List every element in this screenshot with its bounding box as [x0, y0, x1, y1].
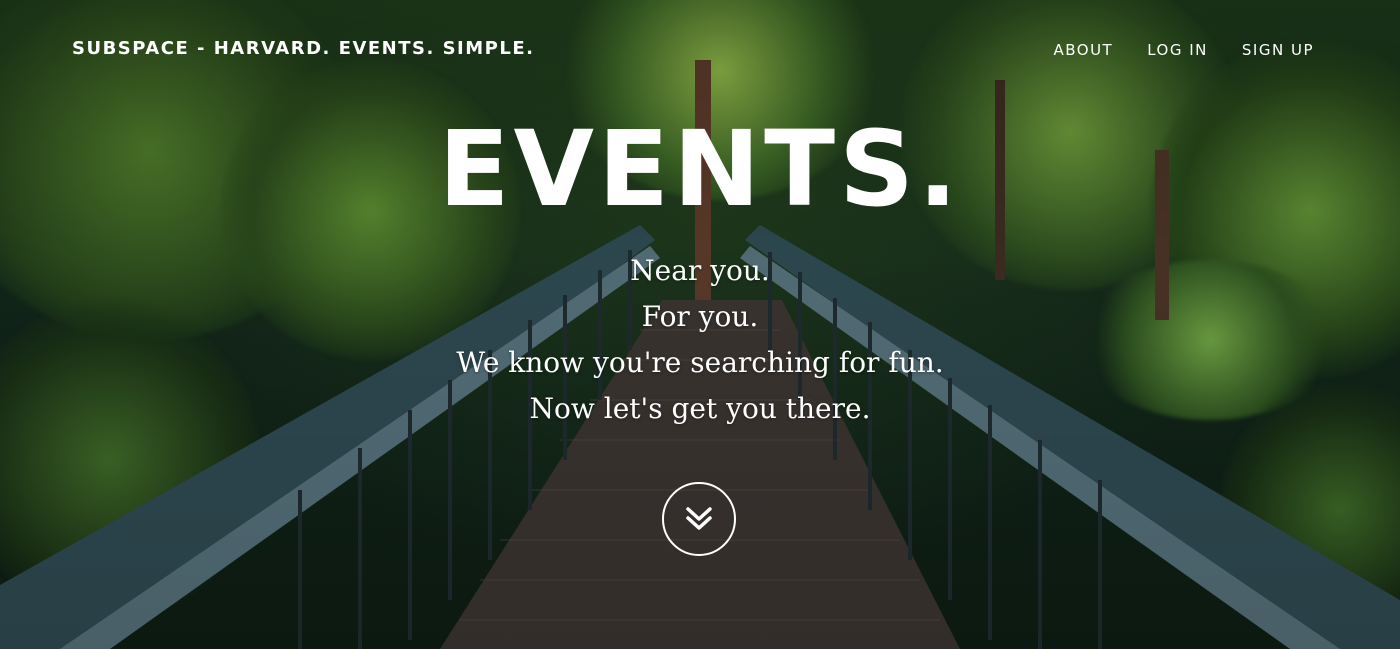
tagline-line: Near you.	[630, 254, 770, 287]
scroll-down-button[interactable]	[662, 482, 736, 556]
tagline-line: We know you're searching for fun.	[456, 346, 944, 379]
brand-logo-link[interactable]: SUBSPACE - HARVARD. EVENTS. SIMPLE.	[72, 38, 534, 59]
top-nav: ABOUT LOG IN SIGN UP	[1053, 41, 1314, 59]
hero-tagline: Near you. For you. We know you're search…	[0, 248, 1400, 432]
tagline-line: Now let's get you there.	[529, 392, 871, 425]
tagline-line: For you.	[641, 300, 759, 333]
hero-headline: EVENTS.	[438, 108, 962, 230]
double-chevron-down-icon	[686, 507, 712, 530]
nav-login-link[interactable]: LOG IN	[1147, 41, 1208, 59]
nav-about-link[interactable]: ABOUT	[1053, 41, 1113, 59]
hero-section: SUBSPACE - HARVARD. EVENTS. SIMPLE. ABOU…	[0, 0, 1400, 649]
nav-signup-link[interactable]: SIGN UP	[1242, 41, 1314, 59]
